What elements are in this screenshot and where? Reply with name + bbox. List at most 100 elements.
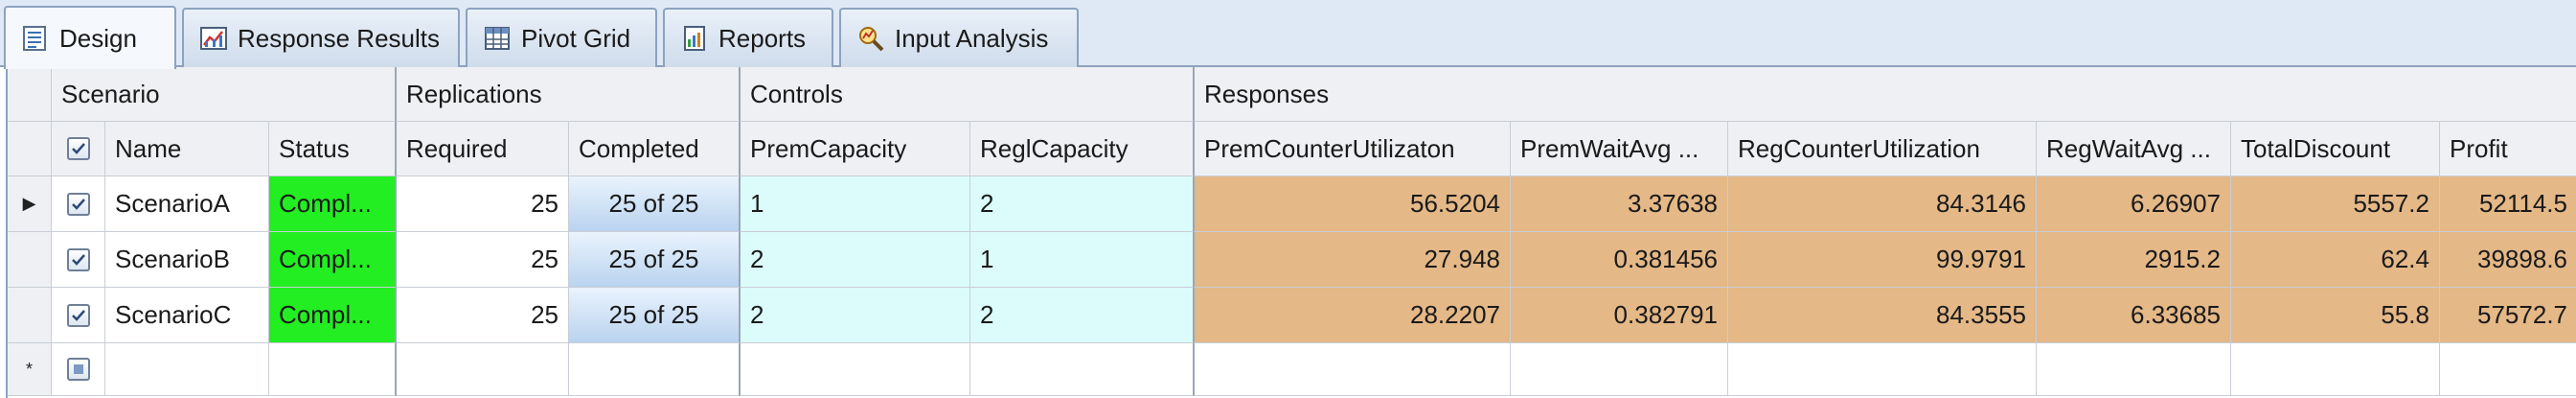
row-prem-counter-utilization[interactable]: 28.2207 <box>1195 288 1511 343</box>
row-required[interactable]: 25 <box>397 176 569 232</box>
band-controls[interactable]: Controls <box>741 67 1195 122</box>
row-reg-counter-utilization[interactable]: 99.9791 <box>1728 232 2037 288</box>
row-prem-capacity[interactable]: 2 <box>741 288 970 343</box>
col-reg-counter-utilization[interactable]: RegCounterUtilization <box>1728 122 2037 176</box>
select-all-checkbox-cell[interactable] <box>52 122 105 176</box>
row-profit[interactable]: 57572.7 <box>2440 288 2576 343</box>
new-row-prem-capacity[interactable] <box>741 343 970 396</box>
row-regl-capacity[interactable]: 2 <box>970 288 1195 343</box>
new-row-reg-counter-utilization[interactable] <box>1728 343 2037 396</box>
band-scenario[interactable]: Scenario <box>52 67 397 122</box>
col-prem-capacity[interactable]: PremCapacity <box>741 122 970 176</box>
reports-icon <box>684 26 705 51</box>
row-selector[interactable] <box>8 288 52 343</box>
tab-label: Response Results <box>238 23 440 53</box>
tab-strip: Design Response Results Pivot Grid Repor… <box>0 0 2576 69</box>
row-total-discount[interactable]: 62.4 <box>2231 232 2440 288</box>
row-reg-wait-avg[interactable]: 6.33685 <box>2037 288 2231 343</box>
col-profit[interactable]: Profit <box>2440 122 2576 176</box>
row-required[interactable]: 25 <box>397 288 569 343</box>
new-row-prem-wait-avg[interactable] <box>1511 343 1728 396</box>
col-prem-wait-avg[interactable]: PremWaitAvg ... <box>1511 122 1728 176</box>
tab-design[interactable]: Design <box>4 6 176 69</box>
row-checkbox[interactable] <box>66 192 90 216</box>
row-prem-counter-utilization[interactable]: 56.5204 <box>1195 176 1511 232</box>
band-replications[interactable]: Replications <box>397 67 741 122</box>
corner-cell <box>8 67 52 122</box>
row-prem-wait-avg[interactable]: 3.37638 <box>1511 176 1728 232</box>
row-checkbox-cell[interactable] <box>52 232 105 288</box>
status-badge[interactable]: Compl... <box>269 232 397 288</box>
row-prem-wait-avg[interactable]: 0.382791 <box>1511 288 1728 343</box>
band-responses[interactable]: Responses <box>1195 67 2576 122</box>
row-checkbox[interactable] <box>66 303 90 327</box>
col-regl-capacity[interactable]: ReglCapacity <box>970 122 1195 176</box>
row-regl-capacity[interactable]: 1 <box>970 232 1195 288</box>
indeterminate-icon <box>73 364 83 374</box>
row-profit[interactable]: 39898.6 <box>2440 232 2576 288</box>
tab-label: Reports <box>718 23 807 53</box>
col-completed[interactable]: Completed <box>569 122 741 176</box>
tab-response-results[interactable]: Response Results <box>182 8 460 67</box>
row-prem-counter-utilization[interactable]: 27.948 <box>1195 232 1511 288</box>
status-badge[interactable]: Compl... <box>269 176 397 232</box>
new-row-completed[interactable] <box>569 343 741 396</box>
new-row-prem-counter-utilization[interactable] <box>1195 343 1511 396</box>
new-row-total-discount[interactable] <box>2231 343 2440 396</box>
new-row-reg-wait-avg[interactable] <box>2037 343 2231 396</box>
new-row-regl-capacity[interactable] <box>970 343 1195 396</box>
row-reg-counter-utilization[interactable]: 84.3555 <box>1728 288 2037 343</box>
col-status[interactable]: Status <box>269 122 397 176</box>
row-checkbox[interactable] <box>66 247 90 271</box>
checkmark-icon <box>71 143 85 154</box>
col-required[interactable]: Required <box>397 122 569 176</box>
row-completed[interactable]: 25 of 25 <box>569 288 741 343</box>
tab-label: Design <box>59 23 137 53</box>
row-prem-wait-avg[interactable]: 0.381456 <box>1511 232 1728 288</box>
row-checkbox-cell[interactable] <box>52 288 105 343</box>
row-selector[interactable] <box>8 232 52 288</box>
input-analysis-icon <box>859 27 884 52</box>
new-row-checkbox[interactable] <box>66 358 90 381</box>
status-badge[interactable]: Compl... <box>269 288 397 343</box>
row-reg-wait-avg[interactable]: 2915.2 <box>2037 232 2231 288</box>
row-selector[interactable]: ▶ <box>8 176 52 232</box>
row-header-cell <box>8 122 52 176</box>
asterisk-icon: * <box>25 359 33 379</box>
row-regl-capacity[interactable]: 2 <box>970 176 1195 232</box>
row-completed[interactable]: 25 of 25 <box>569 176 741 232</box>
checkmark-icon <box>71 309 85 321</box>
row-name[interactable]: ScenarioB <box>105 232 269 288</box>
tab-input-analysis[interactable]: Input Analysis <box>839 8 1079 67</box>
row-reg-wait-avg[interactable]: 6.26907 <box>2037 176 2231 232</box>
new-row-name[interactable] <box>105 343 269 396</box>
row-total-discount[interactable]: 55.8 <box>2231 288 2440 343</box>
new-row-profit[interactable] <box>2440 343 2576 396</box>
row-checkbox-cell[interactable] <box>52 176 105 232</box>
row-name[interactable]: ScenarioA <box>105 176 269 232</box>
row-name[interactable]: ScenarioC <box>105 288 269 343</box>
pivot-grid-icon <box>485 27 510 50</box>
tab-reports[interactable]: Reports <box>663 8 833 67</box>
row-completed[interactable]: 25 of 25 <box>569 232 741 288</box>
new-row-checkbox-cell[interactable] <box>52 343 105 396</box>
col-prem-counter-utilization[interactable]: PremCounterUtilizaton <box>1195 122 1511 176</box>
col-total-discount[interactable]: TotalDiscount <box>2231 122 2440 176</box>
row-prem-capacity[interactable]: 2 <box>741 232 970 288</box>
row-total-discount[interactable]: 5557.2 <box>2231 176 2440 232</box>
col-reg-wait-avg[interactable]: RegWaitAvg ... <box>2037 122 2231 176</box>
select-all-checkbox[interactable] <box>66 137 90 160</box>
scenario-grid: Scenario Replications Controls Responses… <box>6 67 2576 398</box>
row-required[interactable]: 25 <box>397 232 569 288</box>
row-prem-capacity[interactable]: 1 <box>741 176 970 232</box>
row-reg-counter-utilization[interactable]: 84.3146 <box>1728 176 2037 232</box>
new-row-status[interactable] <box>269 343 397 396</box>
response-chart-icon <box>200 27 227 50</box>
current-row-arrow-icon: ▶ <box>22 194 36 213</box>
col-name[interactable]: Name <box>105 122 269 176</box>
row-profit[interactable]: 52114.5 <box>2440 176 2576 232</box>
checkmark-icon <box>71 198 85 210</box>
new-row-indicator[interactable]: * <box>8 343 52 396</box>
new-row-required[interactable] <box>397 343 569 396</box>
tab-pivot-grid[interactable]: Pivot Grid <box>466 8 657 67</box>
